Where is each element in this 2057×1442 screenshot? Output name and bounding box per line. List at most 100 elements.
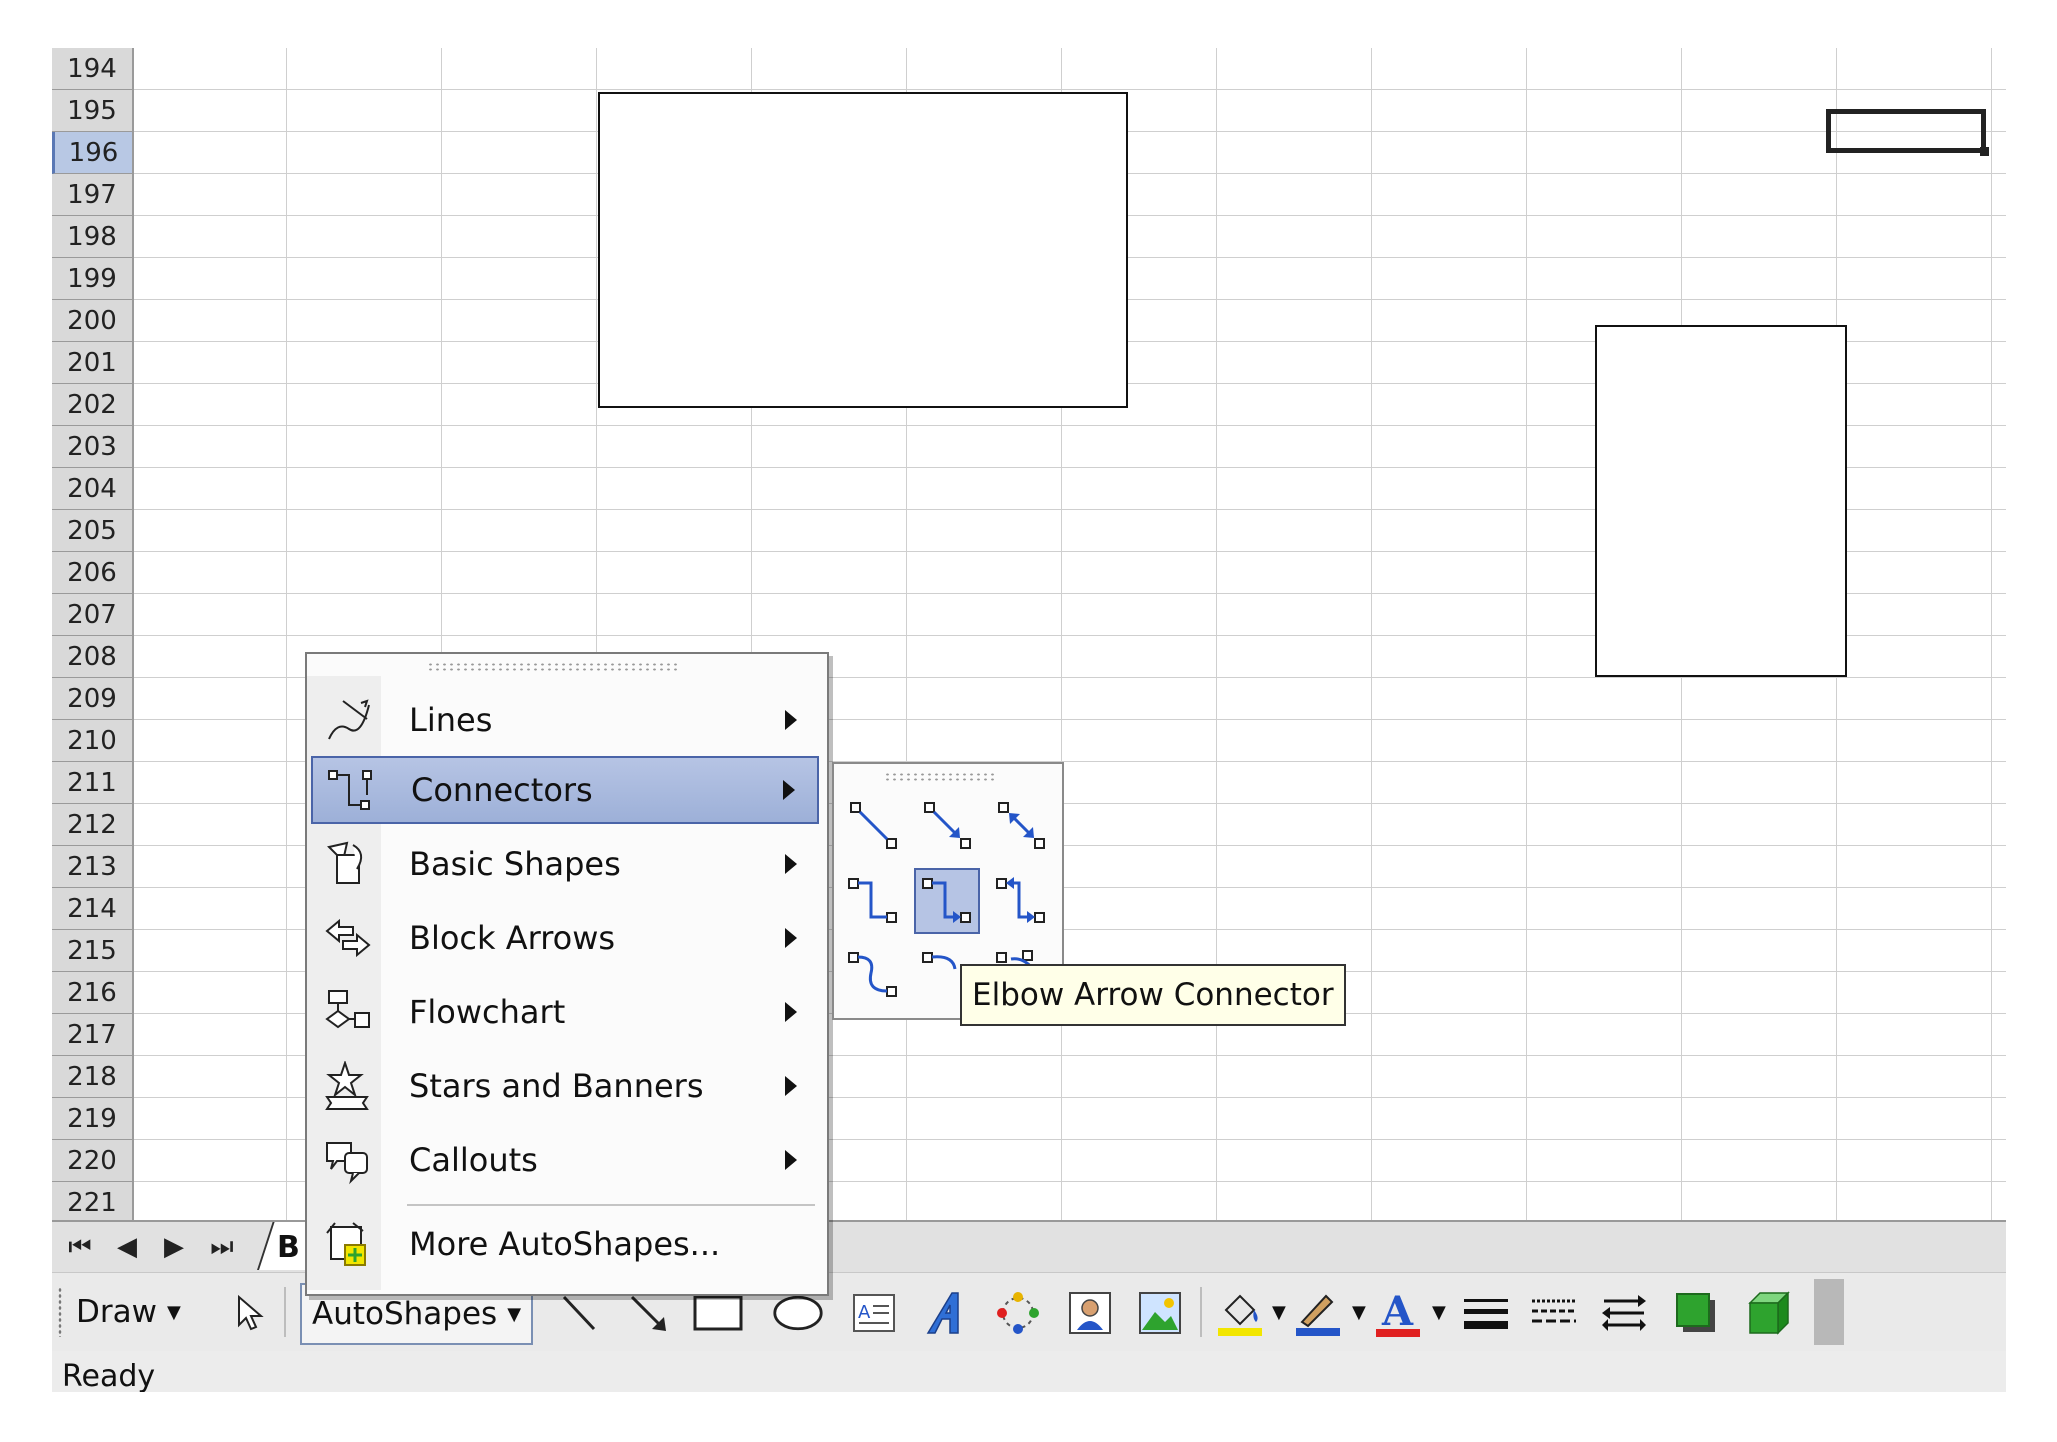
menu-item-connectors[interactable]: Connectors	[311, 756, 819, 824]
menu-item-more-autoshapes[interactable]: More AutoShapes...	[311, 1210, 819, 1278]
menu-item-callouts[interactable]: Callouts	[311, 1126, 819, 1194]
line-color-dropdown-icon[interactable]: ▼	[1352, 1283, 1366, 1341]
next-sheet-icon[interactable]: ▶	[154, 1232, 194, 1262]
row-header[interactable]: 215	[52, 930, 132, 972]
first-sheet-icon[interactable]: ⏮	[60, 1232, 100, 1263]
chevron-down-icon: ▼	[166, 1301, 181, 1323]
elbow-double-arrow-connector-icon[interactable]	[988, 868, 1054, 934]
row-header[interactable]: 213	[52, 846, 132, 888]
rectangle-shape-2[interactable]	[1595, 325, 1847, 677]
straight-arrow-connector-icon[interactable]	[914, 792, 980, 858]
connectors-icon	[319, 760, 381, 820]
toolbar-separator	[284, 1287, 286, 1337]
menu-item-lines[interactable]: Lines	[311, 686, 819, 754]
row-header[interactable]: 207	[52, 594, 132, 636]
block-arrows-icon	[317, 908, 379, 968]
last-sheet-icon[interactable]: ⏭	[202, 1232, 242, 1263]
wordart-icon[interactable]	[922, 1287, 974, 1339]
row-header[interactable]: 218	[52, 1056, 132, 1098]
elbow-arrow-connector-icon[interactable]	[914, 868, 980, 934]
row-header[interactable]: 206	[52, 552, 132, 594]
dash-style-icon[interactable]	[1528, 1287, 1580, 1339]
diagram-icon[interactable]	[992, 1287, 1044, 1339]
chevron-down-icon: ▼	[507, 1303, 522, 1325]
menu-item-stars-banners[interactable]: Stars and Banners	[311, 1052, 819, 1120]
row-header[interactable]: 204	[52, 468, 132, 510]
stars-banners-icon	[317, 1056, 379, 1116]
row-header[interactable]: 196	[52, 132, 132, 174]
elbow-connector-icon[interactable]	[840, 868, 906, 934]
grid-row-line	[134, 89, 2006, 90]
row-header[interactable]: 198	[52, 216, 132, 258]
row-header[interactable]: 209	[52, 678, 132, 720]
row-header[interactable]: 194	[52, 48, 132, 90]
row-header[interactable]: 219	[52, 1098, 132, 1140]
font-color-icon[interactable]: A	[1372, 1287, 1424, 1339]
prev-sheet-icon[interactable]: ◀	[107, 1232, 147, 1262]
menu-item-label: Lines	[409, 701, 493, 739]
row-header[interactable]: 221	[52, 1182, 132, 1224]
row-header[interactable]: 203	[52, 426, 132, 468]
row-header[interactable]: 197	[52, 174, 132, 216]
3d-icon[interactable]	[1742, 1287, 1794, 1339]
arrow-style-icon[interactable]	[1598, 1287, 1650, 1339]
row-header[interactable]: 217	[52, 1014, 132, 1056]
more-autoshapes-icon	[317, 1214, 379, 1274]
straight-connector-icon[interactable]	[840, 792, 906, 858]
menu-drag-handle[interactable]	[427, 662, 677, 672]
line-style-icon[interactable]	[1460, 1287, 1512, 1339]
row-header[interactable]: 211	[52, 762, 132, 804]
row-header[interactable]: 208	[52, 636, 132, 678]
grid-column-line	[286, 48, 287, 1220]
clip-art-icon[interactable]	[1064, 1287, 1116, 1339]
row-header[interactable]: 201	[52, 342, 132, 384]
line-color-icon[interactable]	[1292, 1287, 1344, 1339]
row-header[interactable]: 220	[52, 1140, 132, 1182]
submenu-drag-handle[interactable]	[884, 772, 994, 782]
row-header[interactable]: 202	[52, 384, 132, 426]
menu-item-flowchart[interactable]: Flowchart	[311, 978, 819, 1046]
straight-double-arrow-connector-icon[interactable]	[988, 792, 1054, 858]
sheet-tab-label[interactable]: B	[277, 1230, 300, 1265]
flowchart-icon	[317, 982, 379, 1042]
chevron-right-icon	[785, 1150, 797, 1170]
chevron-right-icon	[785, 1002, 797, 1022]
fill-color-dropdown-icon[interactable]: ▼	[1272, 1283, 1286, 1341]
picture-icon[interactable]	[1134, 1287, 1186, 1339]
draw-menu-button[interactable]: Draw ▼	[76, 1283, 181, 1341]
text-box-icon[interactable]: A	[848, 1287, 900, 1339]
chevron-right-icon	[785, 854, 797, 874]
row-header[interactable]: 212	[52, 804, 132, 846]
draw-label: Draw	[76, 1294, 157, 1330]
status-bar: Ready	[52, 1351, 2006, 1392]
shadow-icon[interactable]	[1670, 1287, 1722, 1339]
callouts-icon	[317, 1130, 379, 1190]
row-header[interactable]: 199	[52, 258, 132, 300]
selected-cell[interactable]	[1826, 109, 1989, 156]
row-header[interactable]: 216	[52, 972, 132, 1014]
row-header[interactable]: 195	[52, 90, 132, 132]
menu-item-block-arrows[interactable]: Block Arrows	[311, 904, 819, 972]
toolbar-options-icon[interactable]	[1814, 1279, 1844, 1345]
curved-connector-icon[interactable]	[840, 942, 906, 1008]
row-header[interactable]: 200	[52, 300, 132, 342]
select-objects-icon[interactable]	[224, 1287, 276, 1339]
basic-shapes-icon	[317, 834, 379, 894]
tooltip-text: Elbow Arrow Connector	[972, 977, 1334, 1013]
grid-column-line	[1991, 48, 1992, 1220]
autoshapes-label: AutoShapes	[312, 1296, 498, 1332]
toolbar-grip[interactable]	[58, 1287, 62, 1337]
row-header[interactable]: 210	[52, 720, 132, 762]
font-color-dropdown-icon[interactable]: ▼	[1432, 1283, 1446, 1341]
row-header[interactable]: 205	[52, 510, 132, 552]
row-header[interactable]: 214	[52, 888, 132, 930]
menu-item-label: Callouts	[409, 1141, 538, 1179]
fill-color-icon[interactable]	[1214, 1287, 1266, 1339]
rectangle-shape-1[interactable]	[598, 92, 1128, 408]
row-header-column: 194 195 196 197 198 199 200 201 202 203 204 205 206 2…	[52, 48, 134, 1224]
menu-item-label: Connectors	[411, 771, 593, 809]
grid-column-line	[1371, 48, 1372, 1220]
menu-item-label: Stars and Banners	[409, 1067, 704, 1105]
grid-column-line	[1216, 48, 1217, 1220]
menu-item-basic-shapes[interactable]: Basic Shapes	[311, 830, 819, 898]
